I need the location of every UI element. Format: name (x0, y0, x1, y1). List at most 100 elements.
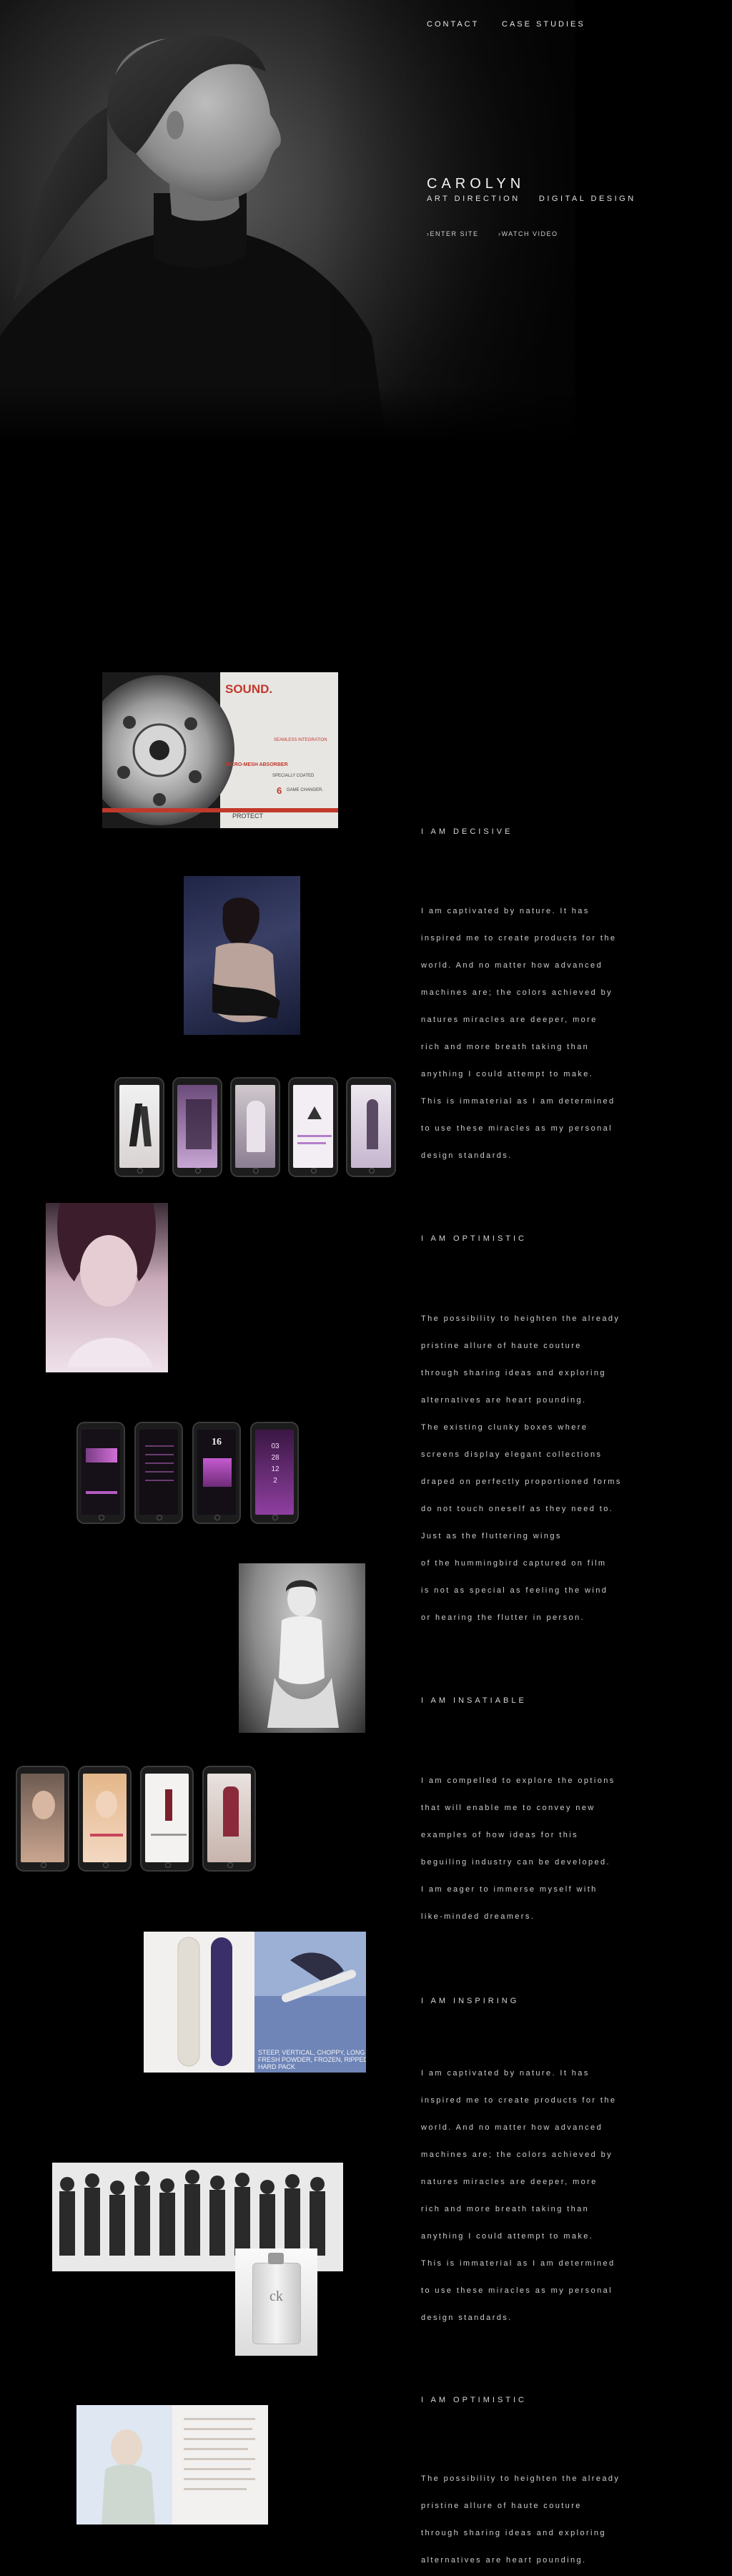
body-line: inspired me to create products for the (421, 934, 617, 943)
phone-mockup[interactable]: 16 (192, 1422, 241, 1524)
body-line: rich and more breath taking than (421, 2205, 590, 2213)
phone-screen (235, 1085, 275, 1168)
sound-label-5: PROTECT (232, 812, 264, 820)
enter-site-link[interactable]: ›ENTER SITE (427, 230, 479, 237)
body-line: pristine allure of haute couture (421, 1342, 582, 1350)
woman-portrait (57, 1203, 156, 1367)
phone-mockup[interactable] (288, 1077, 338, 1177)
body-line: world. And no matter how advanced (421, 2123, 603, 2132)
body-line: pristine allure of haute couture (421, 2502, 582, 2510)
body-line: anything I could attempt to make. (421, 1070, 594, 1078)
phone-screen: 03 28 12 2 (255, 1430, 294, 1515)
section-heading-decisive: I AM DECISIVE (421, 827, 513, 836)
portrait-thumbnail[interactable] (46, 1203, 168, 1372)
sound-headline: SOUND. (225, 682, 273, 696)
section-heading-optimistic: I AM OPTIMISTIC (421, 1234, 528, 1243)
nav-case-studies-link[interactable]: CASE STUDIES (502, 20, 585, 29)
body-line: do not touch oneself as they need to. (421, 1505, 614, 1513)
body-line: design standards. (421, 2314, 513, 2322)
phone-screen (83, 1774, 127, 1862)
body-line: anything I could attempt to make. (421, 2232, 594, 2241)
phone-mockup[interactable] (76, 1422, 125, 1524)
phone-screen (139, 1430, 178, 1515)
body-line: I am captivated by nature. It has (421, 2069, 590, 2078)
phone-screen (145, 1774, 189, 1862)
lingerie-ad-thumbnail[interactable] (239, 1563, 365, 1733)
body-line: Just as the fluttering wings (421, 1532, 562, 1540)
snowboard-copy-line: STEEP, VERTICAL, CHOPPY, LONG (258, 2049, 365, 2056)
body-line: screens display elegant collections (421, 1450, 603, 1459)
phone-mockup[interactable] (134, 1422, 183, 1524)
body-line: is not as special as feeling the wind (421, 1586, 608, 1595)
body-line: This is immaterial as I am determined (421, 1097, 615, 1106)
fragrance-bottle-thumbnail[interactable]: ck (235, 2248, 317, 2356)
bottle-mark: ck (269, 2289, 283, 2304)
body-line: to use these miracles as my personal (421, 1124, 613, 1133)
body-line: to use these miracles as my personal (421, 2286, 613, 2295)
body-line: The possibility to heighten the already (421, 1314, 620, 1323)
phone-mockup[interactable] (16, 1766, 69, 1872)
phone-screen (119, 1085, 159, 1168)
wheel-image (102, 672, 338, 828)
hero-banner (0, 0, 575, 440)
sound-label-1: SEAMLESS INTEGRATION (274, 738, 327, 742)
body-line: machines are; the colors achieved by (421, 988, 613, 997)
body-line: machines are; the colors achieved by (421, 2150, 613, 2159)
snowboard-copy-line: FRESH POWDER, FROZEN, RIPPED (258, 2056, 366, 2063)
app-date: 16 (212, 1437, 222, 1447)
body-line: world. And no matter how advanced (421, 961, 603, 970)
sound-ad-thumbnail[interactable]: SOUND. SEAMLESS INTEGRATION MICRO-MESH A… (102, 672, 338, 828)
body-line: rich and more breath taking than (421, 1043, 590, 1051)
phone-screen (293, 1085, 333, 1168)
perfume-ad-thumbnail[interactable] (184, 876, 300, 1035)
body-line: I am compelled to explore the options (421, 1776, 615, 1785)
app-countdown: 03 28 12 2 (271, 1442, 280, 1485)
phone-mockup[interactable] (202, 1766, 256, 1872)
body-line: alternatives are heart pounding. (421, 2556, 587, 2565)
phone-mockup[interactable]: 03 28 12 2 (250, 1422, 299, 1524)
body-line: draped on perfectly proportioned forms (421, 1478, 622, 1486)
bottle-cap (268, 2253, 284, 2264)
nav-contact-link[interactable]: CONTACT (427, 20, 479, 29)
body-line: I am captivated by nature. It has (421, 907, 590, 915)
watch-video-link[interactable]: ›WATCH VIDEO (498, 230, 558, 237)
phone-mockup[interactable] (140, 1766, 194, 1872)
sound-label-4: GAME CHANGER. (287, 788, 324, 792)
phone-screen (207, 1774, 251, 1862)
phone-screen: 16 (197, 1430, 236, 1515)
snowboard-ad-thumbnail[interactable]: STEEP, VERTICAL, CHOPPY, LONG FRESH POWD… (144, 1932, 366, 2073)
body-line: through sharing ideas and exploring (421, 2529, 606, 2537)
body-line: examples of how ideas for this (421, 1831, 578, 1839)
body-line: I am eager to immerse myself with (421, 1885, 598, 1894)
phone-screen (177, 1085, 217, 1168)
body-line: or hearing the flutter in person. (421, 1613, 585, 1622)
phone-mockup[interactable] (230, 1077, 280, 1177)
phone-mockup[interactable] (114, 1077, 164, 1177)
spread-image (76, 2405, 255, 2525)
sound-label-3: SPECIALLY COATED (272, 774, 315, 778)
snowboard-copy: STEEP, VERTICAL, CHOPPY, LONG FRESH POWD… (258, 2049, 366, 2070)
body-line: This is immaterial as I am determined (421, 2259, 615, 2268)
body-line: inspired me to create products for the (421, 2096, 617, 2105)
brand-name: CAROLYN (427, 176, 525, 192)
sound-number: 6 (277, 785, 282, 796)
hero-tagline: ART DIRECTION DIGITAL DESIGN (427, 195, 636, 203)
body-line: like-minded dreamers. (421, 1912, 535, 1921)
section-heading-insatiable: I AM INSATIABLE (421, 1696, 527, 1705)
body-line: that will enable me to convey new (421, 1804, 595, 1812)
snowboard-copy-line: HARD PACK (258, 2063, 295, 2070)
phone-screen (351, 1085, 391, 1168)
phone-mockup[interactable] (78, 1766, 132, 1872)
section-heading-optimistic-2: I AM OPTIMISTIC (421, 2396, 528, 2404)
body-line: natures miracles are deeper, more (421, 1016, 598, 1024)
phone-mockup[interactable] (346, 1077, 396, 1177)
body-line: natures miracles are deeper, more (421, 2178, 598, 2186)
phone-mockup[interactable] (172, 1077, 222, 1177)
section-heading-inspiring: I AM INSPIRING (421, 1997, 520, 2005)
magazine-spread-thumbnail[interactable] (76, 2405, 268, 2525)
body-line: of the hummingbird captured on film (421, 1559, 607, 1568)
hero-fade (0, 0, 575, 440)
body-line: The possibility to heighten the already (421, 2474, 620, 2483)
hero-bottom-fade (0, 386, 575, 440)
phone-screen (21, 1774, 64, 1862)
